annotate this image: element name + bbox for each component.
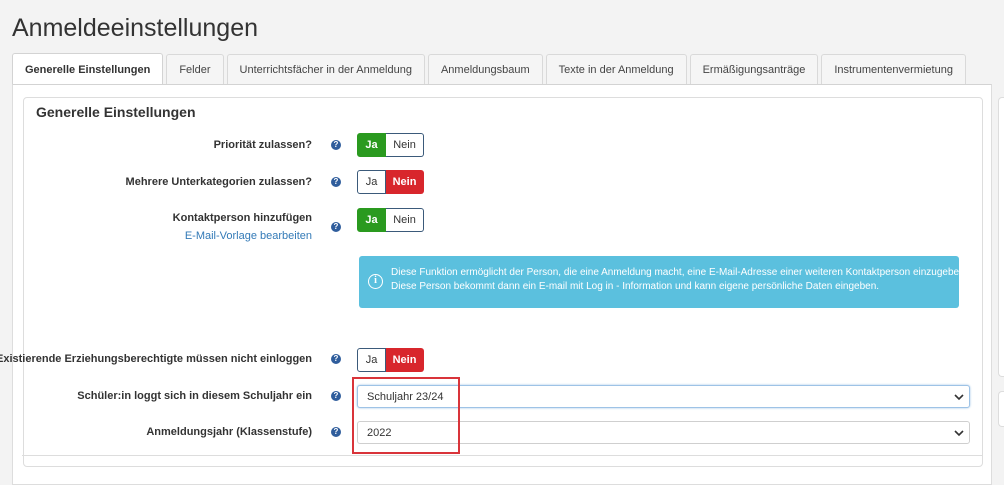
guardians-toggle: Ja Nein [357, 348, 424, 372]
highlight-annotation-box [352, 377, 460, 454]
section-title: Generelle Einstellungen [36, 104, 196, 120]
subcategories-yes-button[interactable]: Ja [357, 170, 386, 194]
priority-help-icon[interactable]: ? [331, 140, 341, 150]
registration-year-help-icon[interactable]: ? [331, 427, 341, 437]
subcategories-help-icon[interactable]: ? [331, 177, 341, 187]
contact-person-help-icon[interactable]: ? [331, 222, 341, 232]
subcategories-toggle: Ja Nein [357, 170, 424, 194]
panel-divider [22, 455, 982, 456]
info-line-1: Diese Funktion ermöglicht der Person, di… [391, 267, 968, 278]
tab-ermaessigungsantraege[interactable]: Ermäßigungsanträge [689, 54, 819, 85]
contact-person-toggle: Ja Nein [357, 208, 424, 232]
guardians-help-icon[interactable]: ? [331, 354, 341, 364]
info-text: Diese Funktion ermöglicht der Person, di… [391, 266, 967, 294]
registration-year-label: Anmeldungsjahr (Klassenstufe) [146, 426, 312, 438]
tab-generelle-einstellungen[interactable]: Generelle Einstellungen [12, 53, 164, 85]
side-panel-edge [998, 97, 1004, 377]
edit-email-template-link[interactable]: E-Mail-Vorlage bearbeiten [185, 230, 312, 242]
guardians-no-button[interactable]: Nein [386, 348, 424, 372]
priority-toggle: Ja Nein [357, 133, 424, 157]
tab-felder[interactable]: Felder [166, 54, 224, 85]
guardians-label: Existierende Erziehungsberechtigte müsse… [0, 353, 312, 365]
tab-unterrichtsfaecher[interactable]: Unterrichtsfächer in der Anmeldung [226, 54, 425, 85]
info-circle-icon: i [368, 274, 383, 289]
subcategories-label: Mehrere Unterkategorien zulassen? [125, 176, 312, 188]
school-year-help-icon[interactable]: ? [331, 391, 341, 401]
contact-person-info-alert: i Diese Funktion ermöglicht der Person, … [359, 256, 967, 308]
priority-no-button[interactable]: Nein [386, 133, 424, 157]
info-line-2: Diese Person bekommt dann ein E-mail mit… [391, 281, 880, 292]
chevron-down-icon [954, 430, 964, 437]
tab-texte[interactable]: Texte in der Anmeldung [545, 54, 687, 85]
contact-person-label: Kontaktperson hinzufügen [172, 212, 312, 224]
tab-anmeldungsbaum[interactable]: Anmeldungsbaum [427, 54, 543, 85]
page-title: Anmeldeeinstellungen [12, 14, 259, 42]
general-settings-box: Generelle Einstellungen Priorität zulass… [0, 97, 983, 467]
contact-person-yes-button[interactable]: Ja [357, 208, 386, 232]
school-year-label: Schüler:in loggt sich in diesem Schuljah… [77, 390, 312, 402]
settings-tabs: Generelle Einstellungen Felder Unterrich… [12, 53, 969, 85]
tab-content-panel: Generelle Einstellungen Priorität zulass… [0, 84, 992, 485]
priority-label: Priorität zulassen? [213, 139, 312, 151]
priority-yes-button[interactable]: Ja [357, 133, 386, 157]
contact-person-no-button[interactable]: Nein [386, 208, 424, 232]
subcategories-no-button[interactable]: Nein [386, 170, 424, 194]
side-panel-edge-2 [998, 391, 1004, 427]
tab-instrumentenvermietung[interactable]: Instrumentenvermietung [821, 54, 966, 85]
guardians-yes-button[interactable]: Ja [357, 348, 386, 372]
chevron-down-icon [954, 394, 964, 401]
